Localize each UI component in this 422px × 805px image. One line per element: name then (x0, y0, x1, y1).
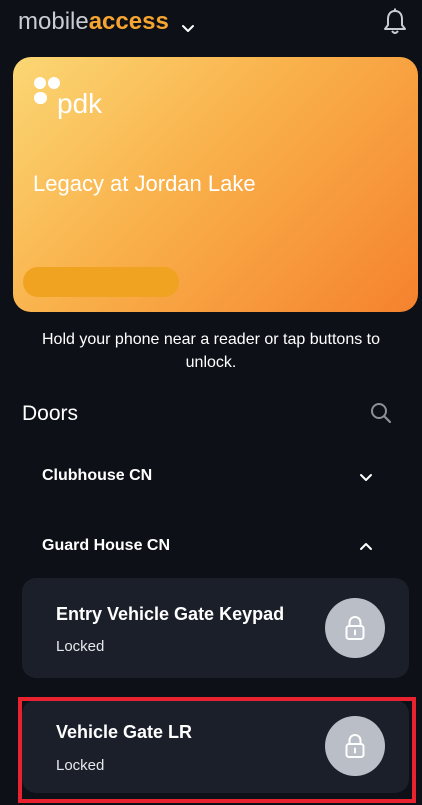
bell-icon[interactable] (382, 8, 408, 36)
chevron-down-icon[interactable] (358, 470, 374, 486)
chevron-down-icon[interactable] (181, 15, 195, 32)
highlight-box (18, 697, 416, 803)
logo-text: pdk (57, 88, 103, 119)
search-icon[interactable] (370, 402, 392, 424)
padlock-icon (345, 615, 365, 640)
brand-text-access: access (88, 8, 169, 35)
door-name: Entry Vehicle Gate Keypad (56, 604, 285, 624)
unlock-button[interactable] (325, 598, 385, 658)
access-card[interactable]: pdk Legacy at Jordan Lake (13, 57, 418, 312)
top-bar: mobile access (0, 0, 422, 48)
group-guard-house-cn[interactable]: Guard House CN (42, 537, 170, 555)
chevron-up-icon[interactable] (358, 538, 374, 554)
redacted-credential (23, 267, 179, 297)
door-card[interactable]: Entry Vehicle Gate Keypad Locked (22, 578, 409, 678)
unlock-hint: Hold your phone near a reader or tap but… (42, 331, 380, 371)
doors-title: Doors (22, 402, 79, 425)
brand-text-mobile: mobile (18, 8, 89, 35)
site-name: Legacy at Jordan Lake (33, 171, 256, 196)
pdk-logo: pdk (33, 75, 105, 119)
door-status: Locked (56, 638, 105, 655)
group-clubhouse-cn[interactable]: Clubhouse CN (42, 467, 152, 485)
brand-selector[interactable]: mobile access (18, 8, 195, 36)
